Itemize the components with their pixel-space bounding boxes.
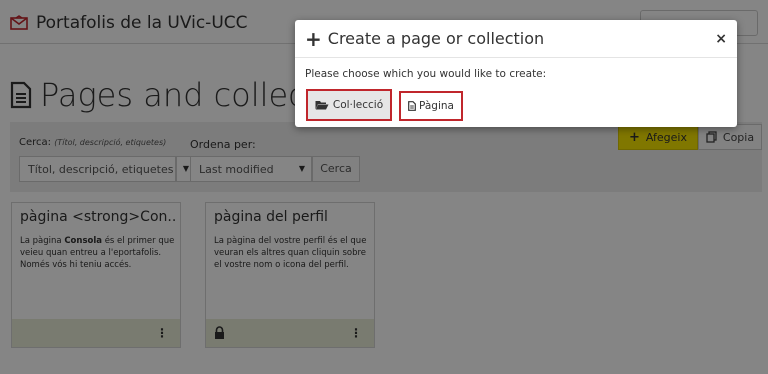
collection-button-label: Col·lecció [332,99,384,111]
file-icon [408,101,416,111]
plus-icon: + [305,26,322,51]
page-button-label: Pàgina [419,100,454,112]
dialog-title: + Create a page or collection [305,26,545,51]
folder-open-icon [315,101,329,110]
dialog-title-text: Create a page or collection [327,29,545,48]
create-collection-button[interactable]: Col·lecció [306,89,392,121]
close-icon[interactable]: × [715,32,727,46]
create-dialog: + Create a page or collection × Please c… [295,20,737,127]
dialog-header: + Create a page or collection × [295,20,737,58]
create-page-button[interactable]: Pàgina [399,91,463,121]
dialog-instructions: Please choose which you would like to cr… [305,68,547,80]
